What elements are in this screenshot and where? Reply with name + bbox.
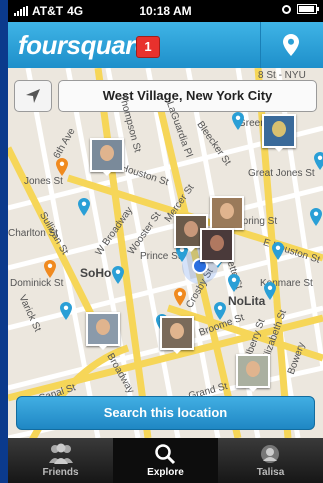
venue-pin[interactable] bbox=[112, 266, 124, 284]
search-icon bbox=[155, 444, 176, 465]
street-label: Charlton St bbox=[8, 228, 59, 239]
tab-label: Talisa bbox=[256, 467, 285, 478]
venue-pin[interactable] bbox=[314, 152, 323, 170]
friend-avatar[interactable] bbox=[210, 196, 244, 234]
location-pin-icon bbox=[283, 34, 299, 56]
street-label: 8 St - NYU bbox=[258, 70, 306, 81]
venue-pin[interactable] bbox=[60, 302, 72, 320]
venue-pin[interactable] bbox=[44, 260, 56, 278]
notification-badge[interactable]: 1 bbox=[136, 36, 160, 58]
navigation-arrow-icon bbox=[26, 89, 40, 103]
friend-avatar[interactable] bbox=[90, 138, 124, 176]
venue-pin[interactable] bbox=[228, 274, 240, 292]
venue-pin[interactable] bbox=[174, 288, 186, 306]
tab-friends[interactable]: Friends bbox=[8, 438, 113, 483]
friend-avatar[interactable] bbox=[160, 316, 194, 354]
clock: 10:18 AM bbox=[139, 4, 192, 18]
search-this-location-button[interactable]: Search this location bbox=[16, 396, 315, 430]
venue-pin[interactable] bbox=[214, 302, 226, 320]
friends-icon bbox=[49, 443, 73, 464]
tab-bar: Friends Explore Talisa bbox=[8, 438, 323, 483]
battery-icon bbox=[297, 4, 319, 14]
venue-pin[interactable] bbox=[232, 112, 244, 130]
neighborhood-label: SoHo bbox=[80, 266, 112, 280]
tab-label: Explore bbox=[147, 467, 184, 478]
map-view[interactable]: West Village, New York City 8 St - NYU G… bbox=[8, 68, 323, 438]
status-bar: AT&T 4G 10:18 AM bbox=[8, 0, 323, 22]
foursquare-logo[interactable]: foursquare bbox=[18, 30, 149, 61]
app-header: foursquare 1 bbox=[8, 22, 323, 69]
tab-label: Friends bbox=[42, 467, 79, 478]
street-label: Dominick St bbox=[10, 278, 64, 289]
friend-avatar[interactable] bbox=[236, 354, 270, 392]
street-label: Prince St bbox=[140, 251, 181, 262]
tab-profile[interactable]: Talisa bbox=[218, 438, 323, 483]
friend-avatar[interactable] bbox=[200, 228, 234, 266]
street-label: Great Jones St bbox=[248, 168, 315, 179]
rotation-lock-icon bbox=[282, 4, 291, 14]
location-field[interactable]: West Village, New York City bbox=[58, 80, 317, 112]
venue-pin[interactable] bbox=[272, 242, 284, 260]
friend-avatar[interactable] bbox=[86, 312, 120, 350]
venue-pin[interactable] bbox=[264, 282, 276, 300]
friend-avatar[interactable] bbox=[262, 114, 296, 152]
neighborhood-label: NoLita bbox=[228, 294, 266, 308]
tab-explore[interactable]: Explore bbox=[113, 438, 218, 483]
phone-screen: AT&T 4G 10:18 AM foursquare 1 West Villa… bbox=[8, 0, 323, 483]
venue-pin[interactable] bbox=[78, 198, 90, 216]
venue-pin[interactable] bbox=[56, 158, 68, 176]
check-in-button[interactable] bbox=[261, 22, 323, 68]
street-label: Jones St bbox=[24, 176, 63, 187]
venue-pin[interactable] bbox=[310, 208, 322, 226]
avatar-icon bbox=[261, 445, 279, 463]
current-location-button[interactable] bbox=[14, 80, 52, 112]
